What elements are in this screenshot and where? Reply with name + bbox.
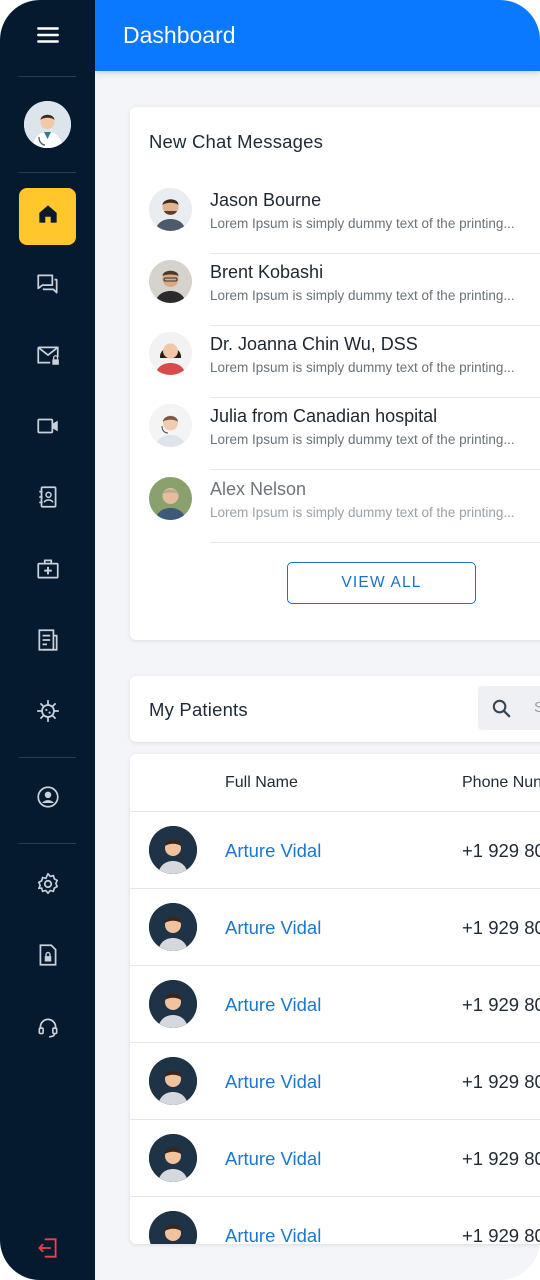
message-preview: Lorem Ipsum is simply dummy text of the … <box>210 505 515 520</box>
chat-item[interactable]: Alex Nelson Lorem Ipsum is simply dummy … <box>130 471 540 543</box>
table-row[interactable]: Arture Vidal +1 929 80 <box>130 1197 540 1244</box>
sidebar-item-virus[interactable] <box>19 685 76 742</box>
view-all-button[interactable]: VIEW ALL <box>287 562 476 604</box>
chat-icon <box>35 271 61 302</box>
search-placeholder: S <box>534 699 540 716</box>
patient-avatar <box>149 980 197 1028</box>
contacts-icon <box>35 484 61 515</box>
account-icon <box>35 784 61 815</box>
sidebar-item-reports[interactable] <box>19 614 76 671</box>
contact-avatar <box>149 188 192 231</box>
row-divider <box>210 542 540 543</box>
chat-item[interactable]: Dr. Joanna Chin Wu, DSS Lorem Ipsum is s… <box>130 326 540 398</box>
patient-name-link[interactable]: Arture Vidal <box>225 1225 321 1244</box>
message-preview: Lorem Ipsum is simply dummy text of the … <box>210 216 515 231</box>
sidebar-item-contacts[interactable] <box>19 471 76 528</box>
table-row[interactable]: Arture Vidal +1 929 80 <box>130 889 540 966</box>
mail-lock-icon <box>35 342 61 373</box>
sidebar-item-account[interactable] <box>19 771 76 828</box>
contact-name: Jason Bourne <box>210 190 322 210</box>
logout-button[interactable] <box>19 1222 76 1279</box>
sidebar-divider <box>19 172 76 173</box>
contact-avatar <box>149 260 192 303</box>
sidebar-item-home[interactable] <box>19 188 76 245</box>
top-header: Dashboard <box>95 0 540 71</box>
contact-name: Alex Nelson <box>210 479 307 499</box>
patient-avatar <box>149 1134 197 1182</box>
logout-icon <box>35 1235 61 1266</box>
patient-avatar <box>149 1057 197 1105</box>
sidebar-item-secure-mail[interactable] <box>19 329 76 386</box>
patient-name-link[interactable]: Arture Vidal <box>225 994 321 1016</box>
table-row[interactable]: Arture Vidal +1 929 80 <box>130 966 540 1043</box>
sidebar-item-video[interactable] <box>19 400 76 457</box>
patient-phone: +1 929 80 <box>462 1225 540 1244</box>
patient-name-link[interactable]: Arture Vidal <box>225 917 321 939</box>
patients-title: My Patients <box>149 699 248 720</box>
patients-header-card: My Patients S <box>130 676 540 742</box>
chat-messages-card: New Chat Messages Jason Bourne Lorem Ips… <box>130 107 540 640</box>
chat-item[interactable]: Jason Bourne Lorem Ipsum is simply dummy… <box>130 182 540 254</box>
patient-name-link[interactable]: Arture Vidal <box>225 1148 321 1170</box>
doctor-avatar[interactable] <box>24 101 71 148</box>
message-preview: Lorem Ipsum is simply dummy text of the … <box>210 360 515 375</box>
patient-phone: +1 929 80 <box>462 840 540 861</box>
message-preview: Lorem Ipsum is simply dummy text of the … <box>210 432 515 447</box>
contact-name: Dr. Joanna Chin Wu, DSS <box>210 334 418 354</box>
virus-icon <box>35 698 61 729</box>
table-row[interactable]: Arture Vidal +1 929 80 <box>130 1120 540 1197</box>
sidebar-item-secure-files[interactable] <box>19 929 76 986</box>
contact-name: Brent Kobashi <box>210 262 324 282</box>
patient-search-input[interactable]: S <box>478 686 540 730</box>
chat-item[interactable]: Brent Kobashi Lorem Ipsum is simply dumm… <box>130 254 540 326</box>
patient-phone: +1 929 80 <box>462 1071 540 1092</box>
sidebar-divider <box>19 757 76 758</box>
settings-icon <box>35 871 61 902</box>
sidebar <box>0 0 95 1280</box>
sidebar-item-support[interactable] <box>19 1001 76 1058</box>
patient-name-link[interactable]: Arture Vidal <box>225 1071 321 1093</box>
medical-kit-icon <box>35 556 61 587</box>
page-title: Dashboard <box>123 22 236 48</box>
row-divider <box>210 469 540 470</box>
patient-phone: +1 929 80 <box>462 1148 540 1169</box>
contact-avatar <box>149 477 192 520</box>
patient-name-link[interactable]: Arture Vidal <box>225 840 321 862</box>
contact-avatar <box>149 332 192 375</box>
sidebar-item-medical[interactable] <box>19 543 76 600</box>
patient-avatar <box>149 903 197 951</box>
sidebar-divider <box>19 76 76 77</box>
table-row[interactable]: Arture Vidal +1 929 80 <box>130 812 540 889</box>
menu-icon <box>35 22 61 53</box>
chat-card-title: New Chat Messages <box>149 131 324 152</box>
column-header-phone[interactable]: Phone Nun <box>462 774 540 792</box>
headset-icon <box>35 1014 61 1045</box>
patient-phone: +1 929 80 <box>462 994 540 1015</box>
patients-table: Full Name Phone Nun Arture Vidal +1 929 … <box>130 754 540 1244</box>
message-preview: Lorem Ipsum is simply dummy text of the … <box>210 288 515 303</box>
table-row[interactable]: Arture Vidal +1 929 80 <box>130 1043 540 1120</box>
menu-button[interactable] <box>19 9 76 66</box>
sidebar-item-chat[interactable] <box>19 258 76 315</box>
column-header-full-name[interactable]: Full Name <box>225 774 298 792</box>
sidebar-divider <box>19 843 76 844</box>
sidebar-item-settings[interactable] <box>19 858 76 915</box>
patient-avatar <box>149 826 197 874</box>
contact-avatar <box>149 404 192 447</box>
chat-item[interactable]: Julia from Canadian hospital Lorem Ipsum… <box>130 398 540 470</box>
patient-avatar <box>149 1211 197 1244</box>
contact-name: Julia from Canadian hospital <box>210 406 438 426</box>
patient-phone: +1 929 80 <box>462 917 540 938</box>
home-icon <box>35 201 61 232</box>
lock-file-icon <box>35 942 61 973</box>
app-frame: Dashboard New Chat Messages Jason Bourne… <box>0 0 540 1280</box>
video-icon <box>35 413 61 444</box>
report-icon <box>35 627 61 658</box>
